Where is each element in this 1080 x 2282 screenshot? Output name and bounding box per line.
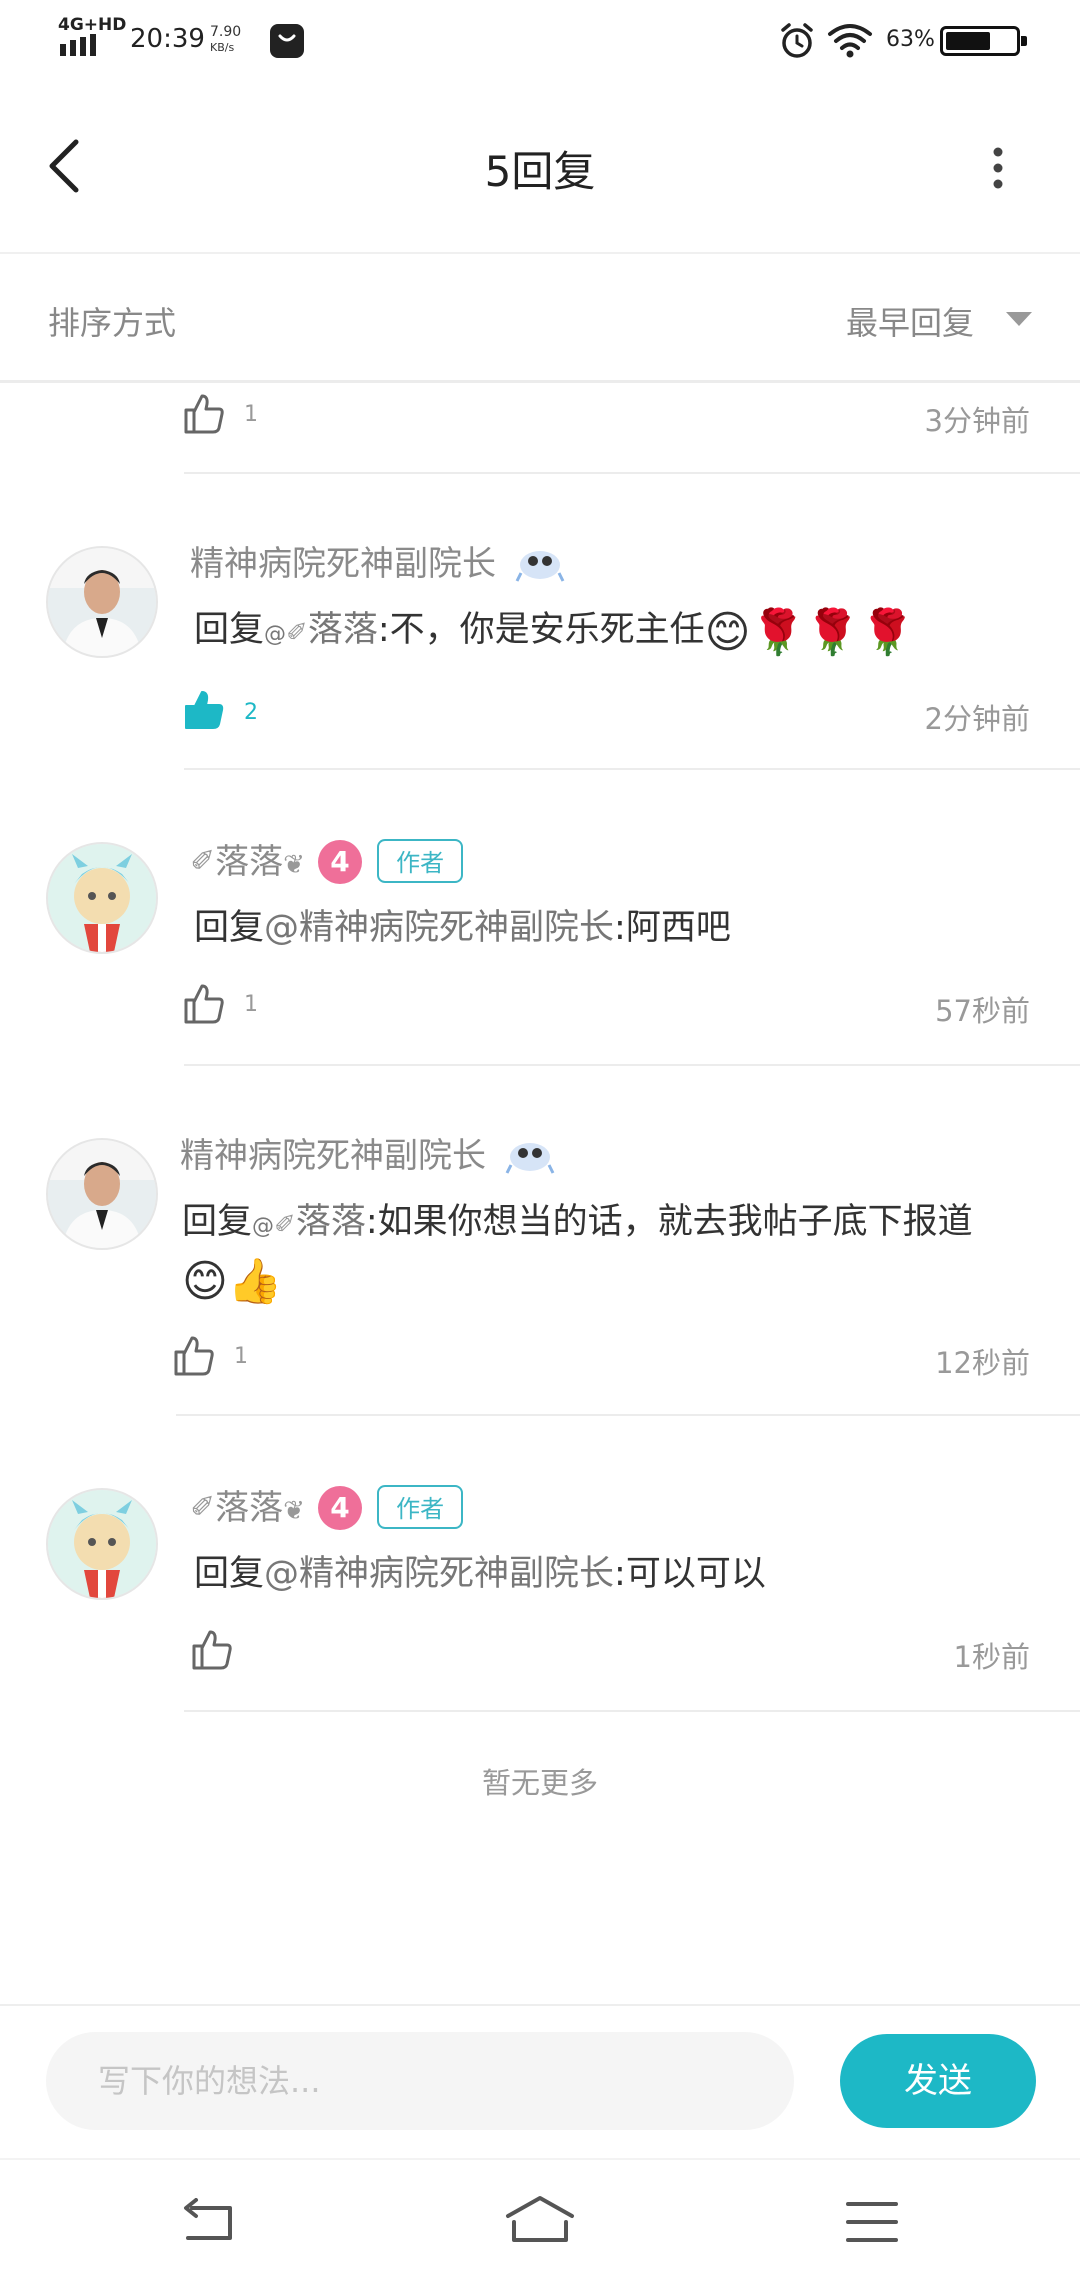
sort-dropdown[interactable]: 最早回复 (832, 294, 1032, 344)
reply-emojis: 😊👍 (182, 1256, 283, 1307)
username[interactable]: 落落 (215, 1488, 283, 1528)
fan-badge-icon (515, 551, 565, 582)
shopping-bag-icon (270, 24, 304, 58)
send-button[interactable]: 发送 (840, 2034, 1036, 2128)
thumbs-up-icon[interactable] (182, 688, 226, 732)
clock: 20:39 (130, 24, 205, 54)
reply-content: 回复@精神病院死神副院长:阿西吧 (194, 902, 1044, 954)
mention-symbol: @ (264, 622, 287, 647)
reply-item: 精神病院死神副院长 回复@✐落落:如果你想当的话，就去我帖子底下报道 😊👍 1 1… (0, 1066, 1080, 1414)
thumbs-up-icon[interactable] (182, 982, 226, 1026)
author-badge: 作者 (377, 1485, 464, 1529)
dropdown-triangle-icon (1006, 312, 1032, 326)
system-nav-bar (0, 2158, 1080, 2282)
status-bar: 4G+HD 20:39 7.90 KB/s 63% (0, 0, 1080, 80)
reply-time: 2分钟前 (924, 702, 1030, 736)
network-speed: 7.90 KB/s (210, 24, 241, 56)
comment-input[interactable] (46, 2032, 794, 2130)
like-count: 1 (234, 1344, 248, 1369)
speed-value: 7.90 (210, 24, 242, 40)
mention-name[interactable]: @精神病院死神副院长 (264, 908, 614, 948)
reply-item: ✐落落❦ 4 作者 回复@精神病院死神副院长:阿西吧 1 57秒前 (0, 770, 1080, 1064)
reply-text: :不，你是安乐死主任 (377, 610, 705, 650)
network-type: 4G+HD (58, 15, 127, 35)
reply-time: 1秒前 (953, 1640, 1030, 1674)
avatar[interactable] (46, 1138, 158, 1250)
name-deco-icon: ✐ (190, 1490, 216, 1525)
reply-text: :如果你想当的话，就去我帖子底下报道 (365, 1202, 973, 1242)
author-badge: 作者 (377, 839, 464, 883)
speed-unit: KB/s (210, 41, 235, 54)
page-title: 5回复 (484, 147, 596, 196)
comment-bar: 发送 (0, 2004, 1080, 2158)
reply-prefix: 回复 (194, 610, 265, 650)
header: 5回复 (0, 80, 1080, 254)
list-item-partial: 1 3分钟前 (0, 382, 1080, 472)
username[interactable]: 精神病院死神副院长 (180, 1136, 486, 1176)
reply-emojis: 😊🌹🌹🌹 (704, 607, 915, 658)
no-more-label: 暂无更多 (481, 1766, 598, 1800)
alarm-icon (781, 23, 813, 58)
sort-bar: 排序方式 最早回复 (0, 254, 1080, 383)
sort-value: 最早回复 (845, 304, 974, 342)
wifi-icon (828, 24, 872, 58)
sort-label: 排序方式 (48, 304, 177, 342)
avatar[interactable] (46, 842, 158, 954)
reply-prefix: 回复 (182, 1202, 253, 1242)
level-badge: 4 (318, 1486, 363, 1530)
mention-name[interactable]: 落落 (296, 1202, 366, 1242)
nav-menu-icon[interactable] (846, 2200, 898, 2244)
signal-icon (60, 34, 96, 56)
level-badge: 4 (318, 840, 363, 884)
reply-item: 精神病院死神副院长 回复@✐落落:不，你是安乐死主任😊🌹🌹🌹 2 2分钟前 (0, 474, 1080, 768)
name-deco-icon: ❦ (283, 1496, 305, 1526)
name-deco-icon: ❦ (283, 850, 305, 880)
mention-name[interactable]: 落落 (308, 610, 378, 650)
reply-time: 57秒前 (935, 994, 1030, 1028)
divider (184, 1710, 1080, 1712)
mention-deco: ✐ (286, 618, 308, 648)
thumbs-up-icon[interactable] (182, 392, 226, 436)
reply-content: 回复@精神病院死神副院长:可以可以 (194, 1548, 1044, 1600)
mention-name[interactable]: @精神病院死神副院长 (264, 1554, 614, 1594)
avatar[interactable] (46, 1488, 158, 1600)
reply-content: 回复@✐落落:不，你是安乐死主任😊🌹🌹🌹 (194, 604, 1044, 661)
reply-user-row: 精神病院死神副院长 (190, 536, 565, 586)
reply-time: 3分钟前 (924, 404, 1030, 438)
signal-indicator: 4G+HD (58, 16, 126, 60)
fan-badge-icon (505, 1143, 555, 1174)
nav-home-icon[interactable] (504, 2194, 576, 2244)
battery-percent: 63% (886, 27, 935, 52)
reply-text: :可以可以 (614, 1554, 766, 1594)
avatar[interactable] (46, 546, 158, 658)
thumbs-up-icon[interactable] (190, 1628, 234, 1672)
reply-user-row: ✐落落❦ 4 作者 (190, 834, 464, 884)
reply-prefix: 回复 (194, 908, 265, 948)
reply-content: 回复@✐落落:如果你想当的话，就去我帖子底下报道 😊👍 (182, 1196, 1022, 1305)
mention-symbol: @ (252, 1214, 275, 1239)
more-icon[interactable] (984, 146, 1012, 190)
reply-user-row: ✐落落❦ 4 作者 (190, 1480, 464, 1530)
name-deco-icon: ✐ (190, 844, 216, 879)
reply-time: 12秒前 (935, 1346, 1030, 1380)
reply-item: ✐落落❦ 4 作者 回复@精神病院死神副院长:可以可以 1秒前 (0, 1416, 1080, 1710)
nav-back-icon[interactable] (180, 2198, 236, 2244)
battery-icon (940, 26, 1027, 56)
username[interactable]: 精神病院死神副院长 (190, 544, 496, 584)
mention-deco: ✐ (274, 1210, 296, 1240)
reply-text: :阿西吧 (614, 908, 731, 948)
like-count: 2 (244, 700, 258, 725)
reply-user-row: 精神病院死神副院长 (180, 1128, 555, 1178)
username[interactable]: 落落 (215, 842, 283, 882)
like-count: 1 (244, 402, 258, 427)
like-count: 1 (244, 992, 258, 1017)
thumbs-up-icon[interactable] (172, 1334, 216, 1378)
reply-prefix: 回复 (194, 1554, 265, 1594)
